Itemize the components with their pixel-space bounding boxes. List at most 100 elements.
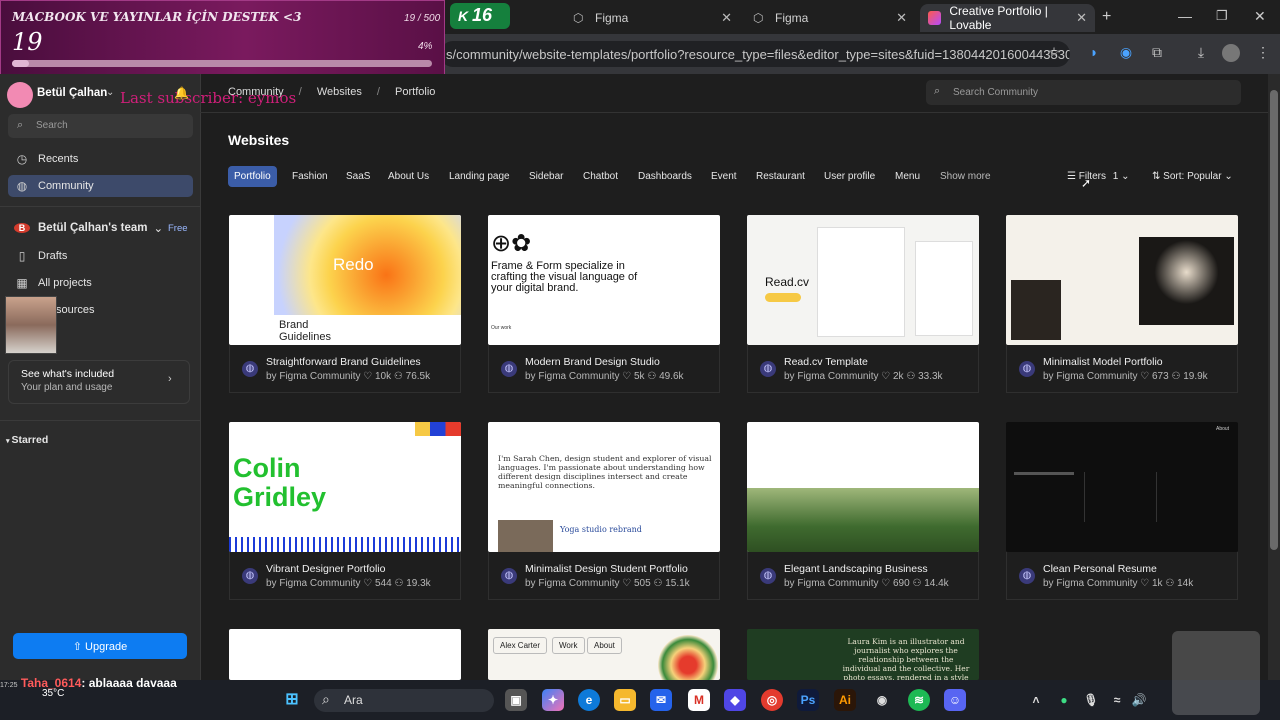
illustrator-icon[interactable]: Ai [834, 689, 856, 711]
user-name[interactable]: Betül Çalhan [37, 87, 107, 99]
chip-menu[interactable]: Menu [889, 166, 926, 187]
extension-audio-icon[interactable]: ◗ [1085, 44, 1103, 62]
browser-tab-figma-1[interactable]: ⬡ Figma ✕ [565, 4, 740, 32]
minimize-icon[interactable]: — [1178, 8, 1192, 24]
download-icon[interactable]: ⤓ [1192, 44, 1210, 62]
breadcrumb-community[interactable]: Community [228, 86, 284, 98]
template-thumbnail[interactable] [229, 629, 461, 680]
chrome-icon[interactable]: ◎ [761, 689, 783, 711]
template-card[interactable]: ◍ Minimalist Model Portfolio by Figma Co… [1006, 215, 1238, 393]
breadcrumb-portfolio[interactable]: Portfolio [395, 86, 435, 98]
sidebar-item-all-projects[interactable]: ▦ All projects [8, 272, 193, 294]
figma-community-icon: ◍ [242, 361, 258, 377]
status-dot-icon[interactable]: ● [1053, 689, 1075, 711]
chip-chatbot[interactable]: Chatbot [577, 166, 624, 187]
thumbnail-subheading: Our work [491, 325, 512, 331]
template-thumbnail[interactable]: Laura Kim is an illustrator and journali… [747, 629, 979, 680]
sidebar-item-label: Community [38, 180, 94, 192]
template-card[interactable]: I'm Sarah Chen, design student and explo… [488, 422, 720, 600]
app-icon[interactable]: ◆ [724, 689, 746, 711]
task-view-icon[interactable]: ▣ [505, 689, 527, 711]
chevron-down-icon: ⌄ [153, 223, 164, 235]
avatar[interactable] [7, 82, 33, 108]
user-icon: ⚇ [394, 578, 404, 589]
template-thumbnail[interactable]: Alex Carter Work About [488, 629, 720, 680]
windows-start-icon[interactable]: ⊞ [281, 689, 303, 711]
mail-icon[interactable]: ✉ [650, 689, 672, 711]
chip-show-more[interactable]: Show more [934, 166, 997, 187]
template-card[interactable]: ◍ Elegant Landscaping Business by Figma … [747, 422, 979, 600]
extensions-icon[interactable]: ⧉ [1148, 44, 1166, 62]
chip-landing-page[interactable]: Landing page [443, 166, 516, 187]
user-icon: ⚇ [647, 371, 657, 382]
gmail-icon[interactable]: M [688, 689, 710, 711]
starred-section[interactable]: ▾ Starred [6, 434, 48, 446]
card-title: Minimalist Model Portfolio [1043, 356, 1163, 368]
plan-subtitle: Your plan and usage [21, 382, 113, 393]
extension-shazam-icon[interactable]: ◉ [1117, 44, 1135, 62]
copilot-icon[interactable]: ✦ [542, 689, 564, 711]
heart-icon: ♡ [881, 371, 891, 382]
filters-button[interactable]: ☰ Filters 1 ⌄ [1063, 166, 1139, 187]
obs-icon[interactable]: ◉ [871, 689, 893, 711]
chat-message: : ablaaaa davaaa [81, 676, 177, 690]
chat-time: 17:25 [0, 682, 18, 689]
chevron-down-icon[interactable]: ⌄ [106, 87, 114, 98]
chip-restaurant[interactable]: Restaurant [750, 166, 811, 187]
photoshop-icon[interactable]: Ps [797, 689, 819, 711]
template-card[interactable]: Colin Gridley ◍ Vibrant Designer Portfol… [229, 422, 461, 600]
sidebar-item-recents[interactable]: ◷ Recents [8, 148, 193, 170]
star-icon[interactable]: ☆ [1045, 44, 1063, 62]
browser-tab-lovable[interactable]: Creative Portfolio | Lovable ✕ [920, 4, 1095, 32]
edge-icon[interactable]: e [578, 689, 600, 711]
taskbar-search[interactable]: Ara [314, 689, 494, 712]
breadcrumb-websites[interactable]: Websites [317, 86, 362, 98]
maximize-icon[interactable]: ❐ [1216, 8, 1228, 24]
url-field[interactable]: s/community/website-templates/portfolio?… [440, 41, 1070, 67]
chip-sidebar[interactable]: Sidebar [523, 166, 569, 187]
card-author: by Figma Community [525, 371, 620, 382]
chip-dashboards[interactable]: Dashboards [632, 166, 698, 187]
heart-icon: ♡ [622, 578, 632, 589]
upgrade-button[interactable]: ⇧ Upgrade [13, 633, 187, 659]
scrollbar-thumb[interactable] [1270, 90, 1278, 550]
card-users: 49.6k [659, 371, 684, 382]
close-icon[interactable]: ✕ [721, 10, 732, 26]
figma-community-icon: ◍ [1019, 361, 1035, 377]
sidebar-item-community[interactable]: ◍ Community [8, 175, 193, 197]
chip-saas[interactable]: SaaS [340, 166, 376, 187]
card-users: 14.4k [924, 578, 949, 589]
chip-portfolio[interactable]: Portfolio [228, 166, 277, 187]
template-card[interactable]: Redo Brand Guidelines ◍ Straightforward … [229, 215, 461, 393]
close-icon[interactable]: ✕ [1076, 10, 1087, 26]
browser-tab-figma-2[interactable]: ⬡ Figma ✕ [745, 4, 915, 32]
folder-icon[interactable]: ▭ [614, 689, 636, 711]
chip-user-profile[interactable]: User profile [818, 166, 881, 187]
new-tab-icon[interactable]: + [1102, 8, 1111, 26]
chip-about-us[interactable]: About Us [382, 166, 435, 187]
menu-icon[interactable]: ⋮ [1254, 44, 1272, 62]
bell-icon[interactable]: 🔔 [174, 86, 189, 100]
chip-fashion[interactable]: Fashion [286, 166, 334, 187]
sidebar-item-drafts[interactable]: ▯ Drafts [8, 245, 193, 267]
community-search-input[interactable]: Search Community [926, 80, 1241, 105]
chip-event[interactable]: Event [705, 166, 743, 187]
volume-icon[interactable]: 🔊 [1128, 689, 1150, 711]
chevron-up-icon[interactable]: ˄ [1025, 689, 1047, 711]
discord-icon[interactable]: ☺ [944, 689, 966, 711]
wifi-icon[interactable]: ≈ [1106, 689, 1128, 711]
close-window-icon[interactable]: ✕ [1254, 8, 1266, 25]
sidebar-search-input[interactable]: Search [8, 114, 193, 138]
template-card[interactable]: About ◍ Clean Personal Resume by Figma C… [1006, 422, 1238, 600]
goal-progress-bar [12, 60, 432, 67]
microphone-icon[interactable]: 🎙 [1080, 689, 1102, 711]
template-card[interactable]: ⊕✿ Frame & Form specialize in crafting t… [488, 215, 720, 393]
spotify-icon[interactable]: ≋ [908, 689, 930, 711]
template-card[interactable]: Read.cv ◍ Read.cv Template by Figma Comm… [747, 215, 979, 393]
card-title: Vibrant Designer Portfolio [266, 563, 386, 575]
photo [1139, 237, 1234, 325]
profile-avatar-icon[interactable] [1222, 44, 1240, 62]
figma-community-icon: ◍ [760, 568, 776, 584]
close-icon[interactable]: ✕ [896, 10, 907, 26]
sort-dropdown[interactable]: ⇅ Sort: Popular ⌄ [1148, 166, 1240, 187]
